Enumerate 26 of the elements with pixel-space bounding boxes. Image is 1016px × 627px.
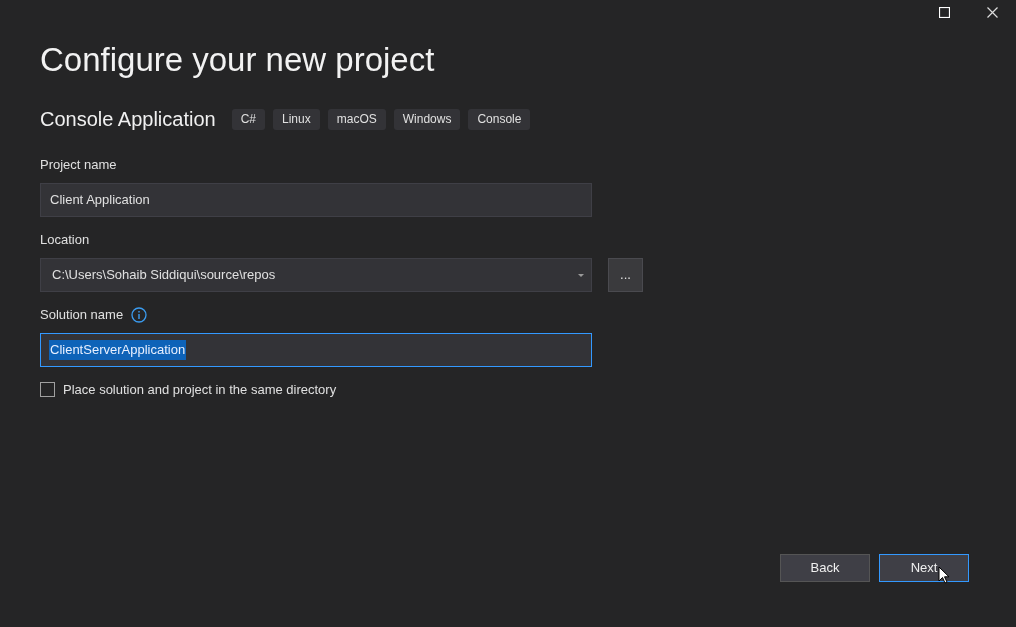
field-label: Solution name: [40, 306, 124, 325]
template-tag: macOS: [327, 108, 386, 130]
mouse-pointer-icon: [938, 566, 950, 584]
template-tag: Windows: [393, 108, 461, 130]
template-tag: Console: [468, 108, 531, 130]
template-tag: Linux: [273, 108, 320, 130]
field-value: ClientServerApplication: [49, 340, 187, 360]
maximize-icon: [938, 6, 950, 18]
field-label: Location: [40, 231, 90, 250]
text-input-field[interactable]: ClientServerApplication: [40, 333, 592, 367]
location-dropdown[interactable]: C:\Users\Sohaib Siddiqui\source\repos: [40, 258, 592, 292]
info-icon[interactable]: [131, 307, 148, 323]
browse-button[interactable]: ...: [608, 258, 643, 292]
page-title: Configure your new project: [40, 40, 436, 80]
nav-button[interactable]: Back: [780, 554, 870, 582]
field-value: C:\Users\Sohaib Siddiqui\source\repos: [51, 266, 277, 285]
template-name: Console Application: [40, 107, 216, 132]
text-input-field[interactable]: Client Application: [40, 183, 592, 217]
field-value: Client Application: [49, 191, 151, 210]
field-label: Project name: [40, 156, 117, 175]
checkbox[interactable]: [40, 382, 55, 398]
dropdown-caret-icon[interactable]: [577, 272, 585, 278]
close-icon: [986, 6, 998, 18]
checkbox-label: Place solution and project in the same directory: [63, 381, 337, 399]
nav-button[interactable]: Next: [879, 554, 969, 582]
template-tag: C#: [231, 108, 266, 130]
